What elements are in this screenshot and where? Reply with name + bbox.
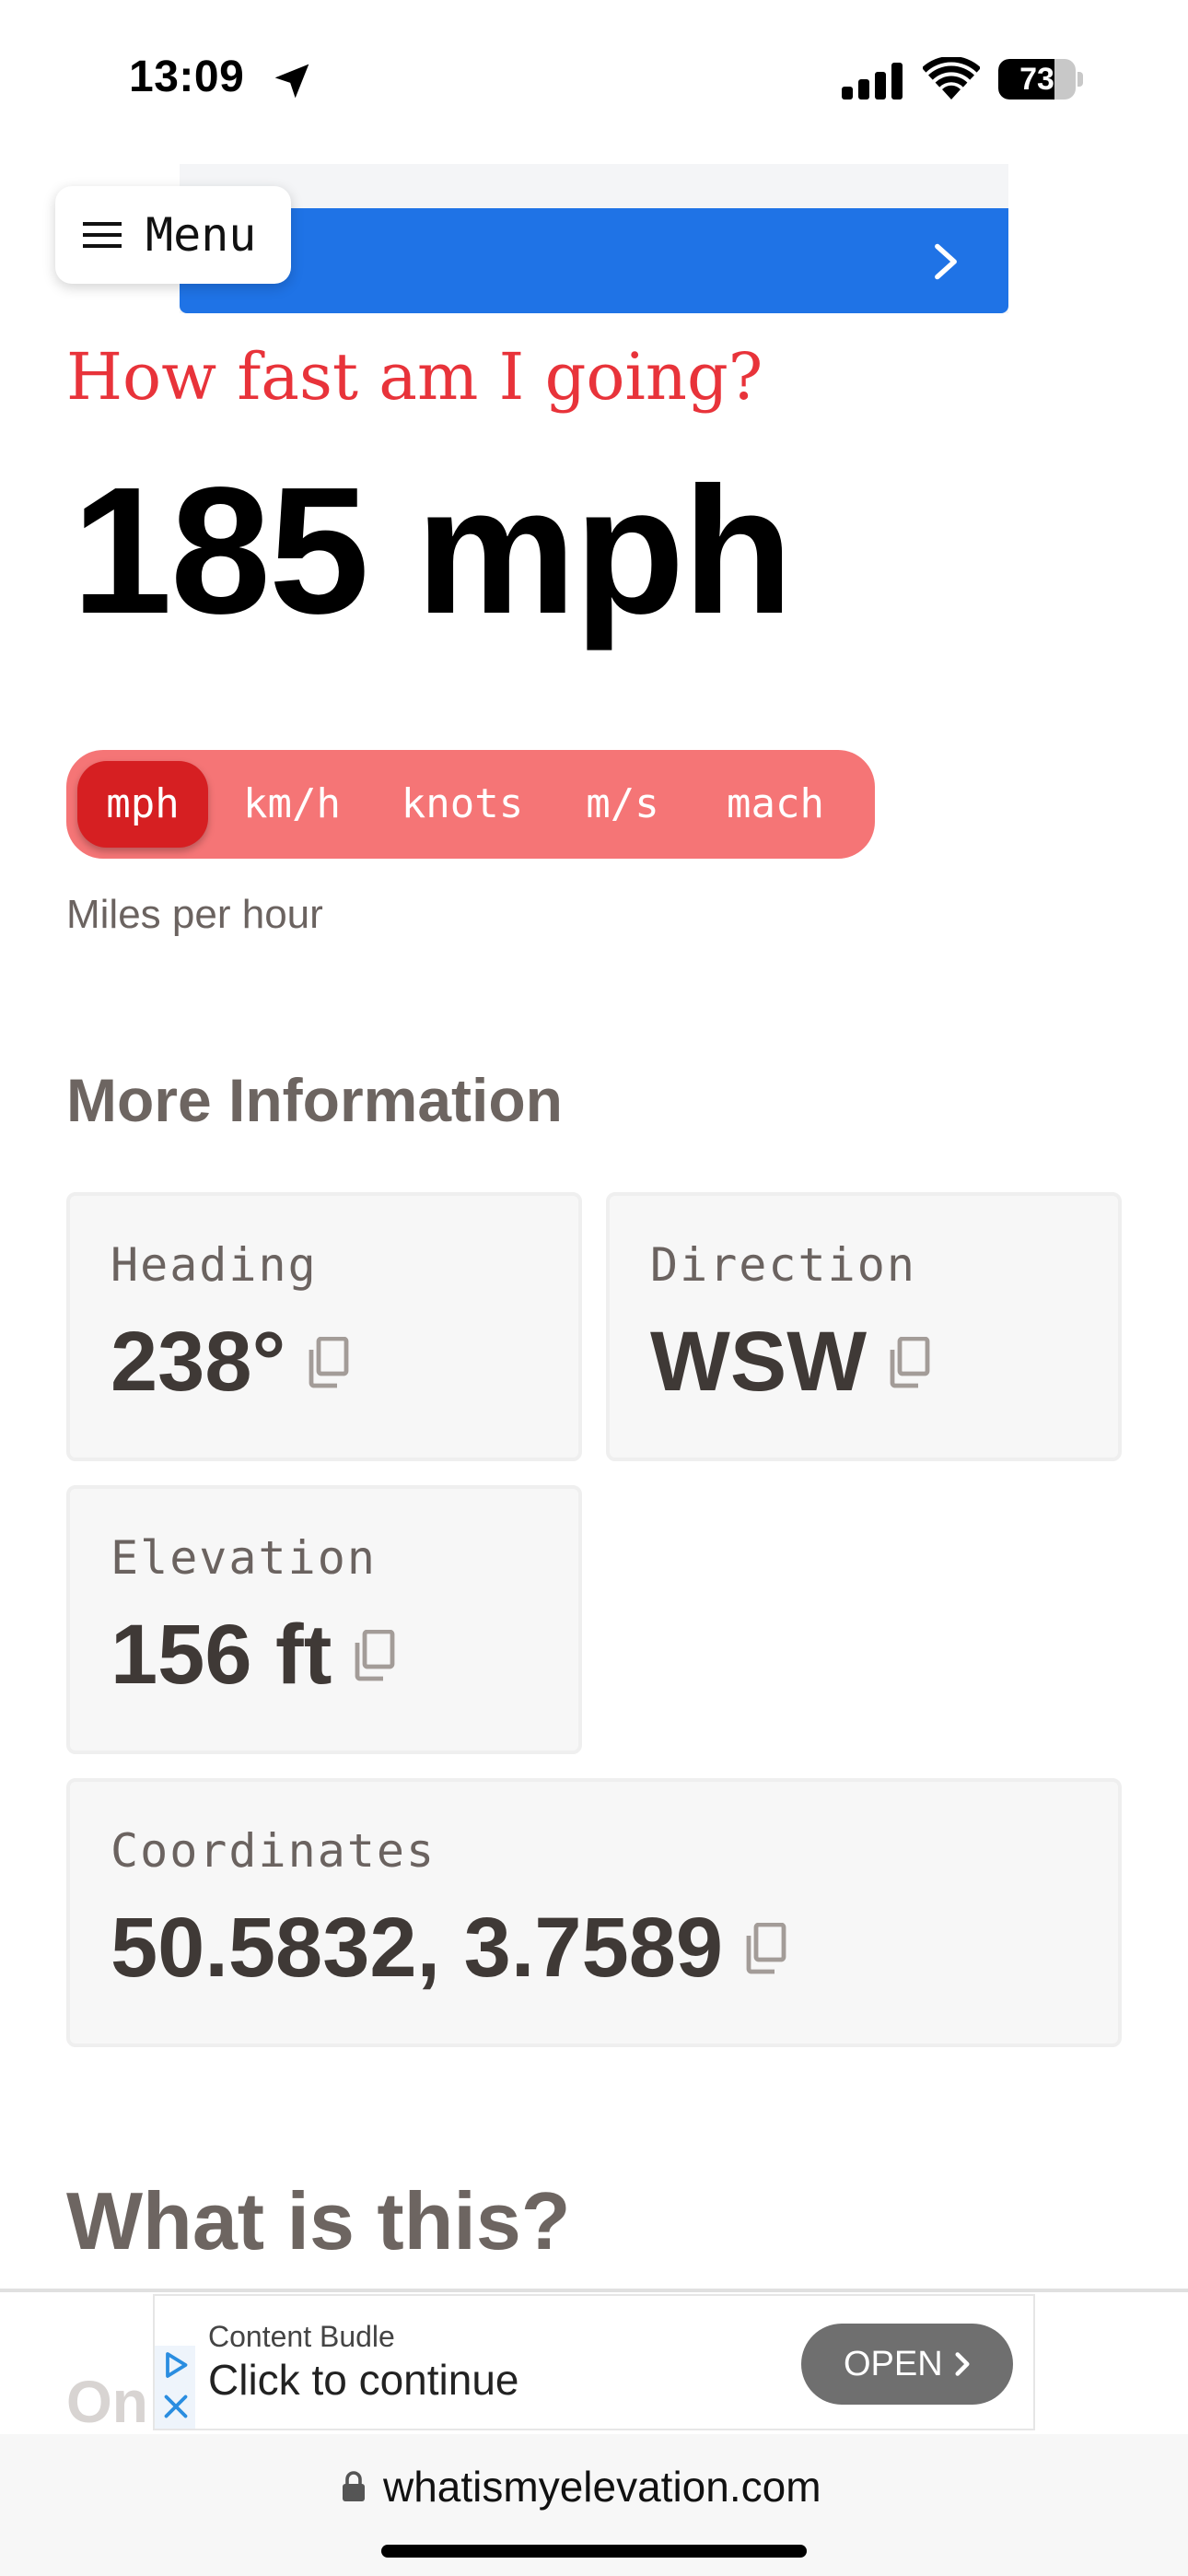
location-arrow-icon	[274, 64, 309, 99]
chevron-right-icon	[955, 2352, 970, 2376]
heading-value: 238°	[111, 1315, 286, 1409]
page-title: How fast am I going?	[66, 339, 763, 415]
elevation-label: Elevation	[111, 1531, 377, 1585]
wifi-icon	[923, 57, 980, 100]
ad-close-icon[interactable]	[162, 2392, 190, 2421]
coordinates-value: 50.5832, 3.7589	[111, 1901, 724, 1995]
elevation-value-row: 156 ft	[111, 1612, 396, 1697]
hamburger-icon	[83, 222, 122, 248]
bottom-banner-ad[interactable]: Content Budle Click to continue OPEN	[153, 2294, 1035, 2430]
status-time: 13:09	[129, 53, 245, 101]
direction-value-row: WSW	[650, 1319, 931, 1404]
menu-button[interactable]: Menu	[55, 186, 291, 284]
unit-description: Miles per hour	[66, 892, 323, 937]
menu-label: Menu	[146, 208, 257, 262]
copy-icon[interactable]	[887, 1336, 931, 1388]
home-indicator[interactable]	[381, 2545, 807, 2558]
elevation-value: 156 ft	[111, 1608, 332, 1702]
heading-card: Heading 238°	[66, 1192, 582, 1461]
more-information-heading: More Information	[66, 1066, 563, 1134]
ad-play-icon	[166, 2352, 188, 2378]
coordinates-value-row: 50.5832, 3.7589	[111, 1905, 787, 1990]
adchoices-icon[interactable]	[155, 2346, 195, 2429]
top-banner-ad[interactable]: en	[180, 164, 1008, 313]
url-text[interactable]: whatismyelevation.com	[383, 2462, 821, 2512]
direction-label: Direction	[650, 1238, 916, 1292]
unit-ms[interactable]: m/s	[564, 761, 681, 848]
speed-value: 185 mph	[72, 450, 793, 651]
partial-text: On	[66, 2369, 148, 2435]
ad-open-label: OPEN	[844, 2345, 943, 2383]
ad-brand: Content Budle	[208, 2320, 395, 2353]
coordinates-card: Coordinates 50.5832, 3.7589	[66, 1778, 1122, 2047]
unit-mach[interactable]: mach	[702, 761, 849, 848]
unit-kmh[interactable]: km/h	[223, 761, 361, 848]
unit-selector: mph km/h knots m/s mach	[66, 750, 875, 859]
copy-icon[interactable]	[306, 1336, 350, 1388]
coordinates-label: Coordinates	[111, 1824, 437, 1878]
browser-url-bar[interactable]: whatismyelevation.com	[0, 2434, 1188, 2576]
heading-label: Heading	[111, 1238, 318, 1292]
copy-icon[interactable]	[743, 1922, 787, 1974]
elevation-card: Elevation 156 ft	[66, 1485, 582, 1754]
battery-percent: 73	[1019, 62, 1054, 97]
chevron-right-icon	[935, 243, 957, 280]
direction-value: WSW	[650, 1315, 868, 1409]
direction-card: Direction WSW	[606, 1192, 1122, 1461]
ad-cta-text[interactable]: Click to continue	[208, 2355, 519, 2405]
what-is-this-heading: What is this?	[66, 2175, 571, 2266]
unit-knots[interactable]: knots	[379, 761, 545, 848]
unit-mph[interactable]: mph	[77, 761, 208, 848]
copy-icon[interactable]	[352, 1629, 396, 1681]
signal-icon	[842, 63, 903, 100]
heading-value-row: 238°	[111, 1319, 350, 1404]
ad-open-button[interactable]: OPEN	[801, 2324, 1013, 2405]
lock-icon	[343, 2471, 365, 2501]
battery-icon: 73	[998, 59, 1083, 100]
top-ad-bar[interactable]: en	[180, 208, 1008, 313]
